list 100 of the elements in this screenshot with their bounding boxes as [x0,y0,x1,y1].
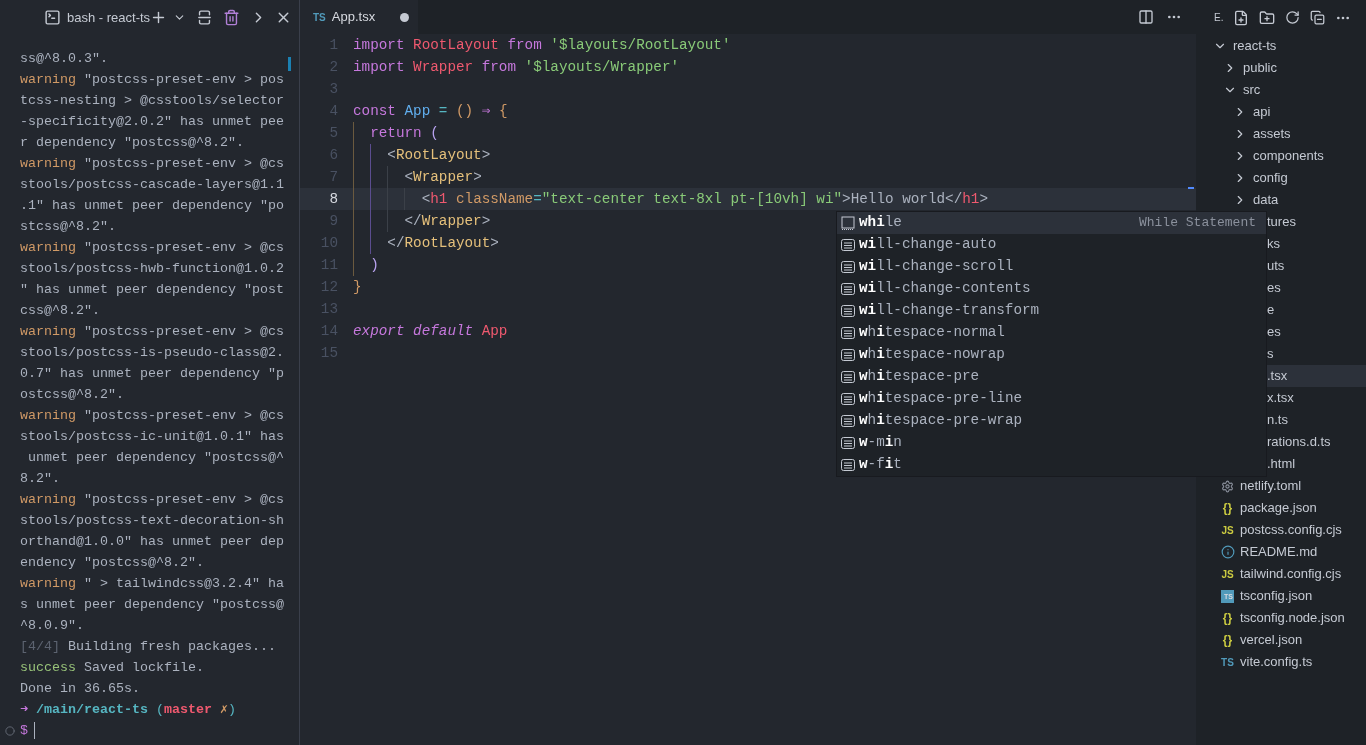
step-counter: [4/4] [20,639,60,654]
terminal-text: orthand@1.0.0" has unmet peer dep [20,534,284,549]
tree-item[interactable]: public [1196,57,1366,79]
suggestion-label: will-change-scroll [859,257,1014,277]
suggestion-item[interactable]: will-change-scroll [837,256,1266,278]
js-icon: JS [1221,566,1234,582]
tree-item[interactable]: README.md [1196,541,1366,563]
code-token: ) [369,257,379,273]
tree-item[interactable]: config [1196,167,1366,189]
tree-item[interactable]: netlify.toml [1196,475,1366,497]
trash-icon[interactable] [223,9,241,26]
code-token: > [842,191,851,207]
code-token: ⇒ [480,103,491,119]
terminal-title[interactable]: bash - react-ts [67,7,151,28]
warning-label: warning [20,156,76,171]
collapse-icon[interactable] [1310,10,1326,25]
tree-item[interactable]: {} tsconfig.node.json [1196,607,1366,629]
code-token: from [506,37,542,53]
code-token: > [490,235,499,251]
text-lines-icon [841,459,855,471]
suggestion-label: w-fit [859,455,902,475]
file-tab[interactable]: TS App.tsx [300,0,418,34]
warning-label: warning [20,72,76,87]
suggestion-item[interactable]: will-change-contents [837,278,1266,300]
gear-icon [1221,479,1234,493]
explorer-title: E. [1214,11,1224,25]
status-circle-icon [5,725,15,736]
tree-item[interactable]: data [1196,189,1366,211]
info-icon [1220,545,1235,559]
line-number: 8 [328,190,338,209]
terminal-text: " has unmet peer dependency "post [20,282,284,297]
prompt-path: /main/react-ts [35,702,148,717]
git-branch: master [164,702,212,717]
code-token: default [412,323,474,339]
tree-item[interactable]: api [1196,101,1366,123]
terminal-text: endency "postcss@^8.2". [20,555,204,570]
terminal-text: "postcss-preset-env > @cs [83,492,284,507]
suggestion-item[interactable]: will-change-auto [837,234,1266,256]
braces-icon: {} [1222,499,1233,517]
dirty-mark: ✗ [219,702,229,717]
terminal-text: "postcss-preset-env > @cs [83,408,284,423]
suggestion-label: whitespace-pre-wrap [859,411,1023,431]
terminal-text: ostcss@^8.2". [20,387,124,402]
new-file-icon[interactable] [1233,9,1250,26]
suggestion-label: w-min [859,433,902,453]
terminal-text: "postcss-preset-env > @cs [83,156,284,171]
suggestion-item[interactable]: while While Statement [837,212,1266,234]
suggestion-label: whitespace-normal [859,323,1005,343]
terminal-text: 8.2". [20,471,60,486]
split-editor-icon[interactable] [1138,9,1154,25]
suggestion-item[interactable]: will-change-transform [837,300,1266,322]
code-token: Wrapper [421,213,482,229]
suggestion-item[interactable]: whitespace-nowrap [837,344,1266,366]
tree-item[interactable]: {} vercel.json [1196,629,1366,651]
suggestion-item[interactable]: whitespace-pre-line [837,388,1266,410]
tree-item[interactable]: assets [1196,123,1366,145]
prompt-sign: $ [20,722,28,740]
text-lines-icon [841,327,855,339]
code-token: import [353,59,405,75]
tree-item[interactable]: components [1196,145,1366,167]
braces-icon: {} [1222,631,1233,649]
suggestion-label: will-change-transform [859,301,1040,321]
text-lines-icon [841,305,855,317]
terminal-text: "postcss-preset-env > pos [83,72,284,87]
text-lines-icon [841,239,855,251]
code-token: </ [945,191,963,207]
tree-item[interactable]: react-ts [1196,35,1366,57]
text-lines-icon [841,261,855,273]
split-icon[interactable] [196,9,214,26]
tree-item[interactable]: JS postcss.config.cjs [1196,519,1366,541]
code-token: < [403,169,414,185]
terminal-text: Saved lockfile. [83,660,204,675]
suggestion-item[interactable]: whitespace-pre-wrap [837,410,1266,432]
new-folder-icon[interactable] [1259,9,1276,26]
code-token: } [353,279,362,295]
warning-label: warning [20,492,76,507]
code-token: = [533,191,542,207]
suggestion-label: whitespace-pre-line [859,389,1023,409]
code-token: RootLayout [395,147,482,163]
tree-item[interactable]: src [1196,79,1366,101]
refresh-icon[interactable] [1285,10,1301,25]
code-token: const [353,103,396,119]
code-token: App [480,323,508,339]
code-token: RootLayout [404,235,491,251]
code-token: export [353,323,405,339]
text-lines-icon [841,415,855,427]
code-token: className [454,191,534,207]
tree-item[interactable]: TS vite.config.ts [1196,651,1366,673]
suggestion-item[interactable]: w-min [837,432,1266,454]
code-token: </ [386,235,405,251]
suggestion-item[interactable]: w-fit [837,454,1266,476]
text-lines-icon [841,393,855,405]
terminal-text: -specificity@2.0.2" has unmet pee [20,114,284,129]
tree-item[interactable]: {} package.json [1196,497,1366,519]
tree-item[interactable]: JS tailwind.config.cjs [1196,563,1366,585]
prompt-paren: ( [155,702,164,717]
code-token: Wrapper [413,169,474,185]
terminal-text: css@^8.2". [20,303,100,318]
code-token: '$layouts/Wrapper' [523,59,680,75]
suggestion-item[interactable]: whitespace-normal [837,322,1266,344]
